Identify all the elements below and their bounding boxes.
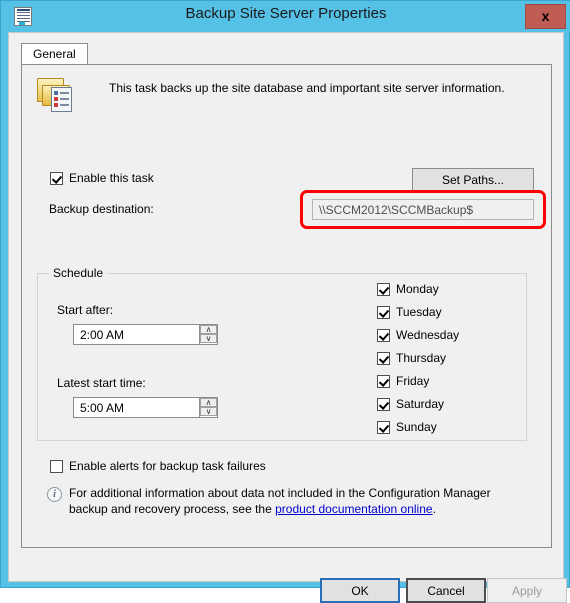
backup-folder-checklist-icon bbox=[37, 74, 81, 114]
window-title: Backup Site Server Properties bbox=[185, 5, 387, 22]
backup-destination-label: Backup destination: bbox=[49, 202, 154, 216]
tab-strip: General bbox=[21, 43, 551, 65]
day-checkbox-saturday[interactable] bbox=[377, 398, 390, 411]
day-label-tuesday[interactable]: Tuesday bbox=[396, 305, 442, 319]
day-checkbox-tuesday[interactable] bbox=[377, 306, 390, 319]
chevron-up-icon[interactable]: ∧ bbox=[200, 325, 217, 334]
day-checkbox-wednesday[interactable] bbox=[377, 329, 390, 342]
enable-task-label[interactable]: Enable this task bbox=[69, 171, 154, 185]
day-label-wednesday[interactable]: Wednesday bbox=[396, 328, 459, 342]
day-checkbox-friday[interactable] bbox=[377, 375, 390, 388]
latest-start-time-label: Latest start time: bbox=[57, 376, 146, 390]
chevron-down-icon[interactable]: ∨ bbox=[200, 407, 217, 416]
enable-alerts-label[interactable]: Enable alerts for backup task failures bbox=[69, 459, 266, 473]
info-note-text-after: . bbox=[432, 502, 436, 516]
set-paths-button[interactable]: Set Paths... bbox=[412, 168, 534, 191]
start-after-spin-buttons[interactable]: ∧ ∨ bbox=[199, 325, 217, 344]
apply-button: Apply bbox=[487, 578, 567, 603]
chevron-down-icon[interactable]: ∨ bbox=[200, 334, 217, 343]
close-icon[interactable]: x bbox=[525, 4, 566, 29]
enable-alerts-checkbox[interactable] bbox=[50, 460, 63, 473]
info-icon: i bbox=[47, 487, 62, 502]
product-documentation-link[interactable]: product documentation online bbox=[275, 502, 432, 516]
schedule-group-title: Schedule bbox=[49, 266, 108, 280]
day-checkbox-monday[interactable] bbox=[377, 283, 390, 296]
title-bar: Backup Site Server Properties x bbox=[1, 1, 570, 32]
day-checkbox-sunday[interactable] bbox=[377, 421, 390, 434]
enable-task-checkbox[interactable] bbox=[50, 172, 63, 185]
tab-general[interactable]: General bbox=[21, 43, 88, 65]
latest-start-time-spin-buttons[interactable]: ∧ ∨ bbox=[199, 398, 217, 417]
latest-start-time-stepper[interactable]: 5:00 AM ∧ ∨ bbox=[73, 397, 218, 418]
day-label-monday[interactable]: Monday bbox=[396, 282, 439, 296]
day-label-thursday[interactable]: Thursday bbox=[396, 351, 446, 365]
start-after-value[interactable]: 2:00 AM bbox=[80, 328, 124, 342]
ok-button[interactable]: OK bbox=[320, 578, 400, 603]
backup-destination-input[interactable]: \\SCCM2012\SCCMBackup$ bbox=[312, 199, 534, 220]
start-after-stepper[interactable]: 2:00 AM ∧ ∨ bbox=[73, 324, 218, 345]
chevron-up-icon[interactable]: ∧ bbox=[200, 398, 217, 407]
day-checkbox-thursday[interactable] bbox=[377, 352, 390, 365]
cancel-button[interactable]: Cancel bbox=[406, 578, 486, 603]
latest-start-time-value[interactable]: 5:00 AM bbox=[80, 401, 124, 415]
task-description: This task backs up the site database and… bbox=[109, 81, 505, 95]
start-after-label: Start after: bbox=[57, 303, 114, 317]
day-label-friday[interactable]: Friday bbox=[396, 374, 429, 388]
day-label-sunday[interactable]: Sunday bbox=[396, 420, 437, 434]
info-note-text: For additional information about data no… bbox=[69, 485, 524, 517]
day-label-saturday[interactable]: Saturday bbox=[396, 397, 444, 411]
dialog-window: Backup Site Server Properties x General … bbox=[0, 0, 570, 603]
dialog-body: General This task backs up the site data… bbox=[8, 32, 567, 603]
